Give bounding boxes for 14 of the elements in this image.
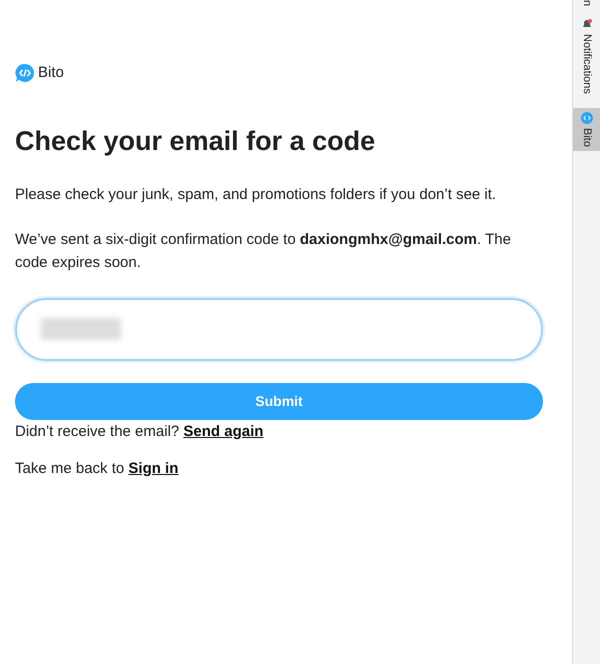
logo-icon	[580, 112, 592, 124]
side-tab[interactable]: Bito	[573, 108, 600, 152]
back-link[interactable]: Sign in	[128, 460, 178, 477]
code-field[interactable]	[15, 298, 543, 361]
logo-icon	[15, 63, 35, 84]
resend-text: Didn’t receive the email?	[15, 422, 180, 440]
resend-link[interactable]: Send again	[183, 422, 264, 440]
page-heading: Check your email for a code	[15, 124, 376, 157]
brand-name: Bito	[38, 63, 64, 83]
sent-message: We’ve sent a six-digit confirmation code to daxiongmhx@gmail.com. The code expires soon.	[15, 230, 512, 273]
side-tab[interactable]: Notifications	[573, 14, 600, 98]
back-text: Take me back to	[15, 460, 126, 477]
notice-text: Please check your junk, spam, and promotions folders if you don’t see it.	[15, 184, 498, 205]
side-tab[interactable]: n	[573, 0, 600, 8]
